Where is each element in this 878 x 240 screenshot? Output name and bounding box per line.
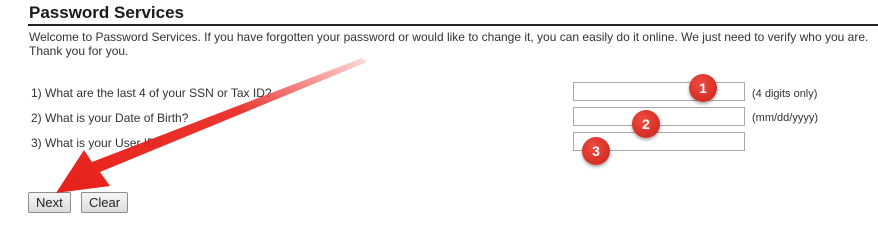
clear-button[interactable]: Clear <box>81 192 129 213</box>
question-userid-label: 3) What is your User ID? <box>31 136 163 150</box>
annotation-badge-1: 1 <box>689 74 717 102</box>
ssn-hint: (4 digits only) <box>752 88 818 100</box>
title-divider <box>28 24 878 26</box>
annotation-arrow-shape <box>56 58 367 193</box>
dob-hint: (mm/dd/yyyy) <box>752 112 818 124</box>
annotation-badge-3: 3 <box>582 137 610 165</box>
page-title: Password Services <box>29 3 184 22</box>
ssn-input[interactable] <box>573 82 745 101</box>
question-ssn-label: 1) What are the last 4 of your SSN or Ta… <box>31 86 272 100</box>
annotation-badge-2: 2 <box>632 110 660 138</box>
welcome-text: Welcome to Password Services. If you hav… <box>29 30 869 58</box>
question-dob-label: 2) What is your Date of Birth? <box>31 111 189 125</box>
next-button[interactable]: Next <box>28 192 71 213</box>
